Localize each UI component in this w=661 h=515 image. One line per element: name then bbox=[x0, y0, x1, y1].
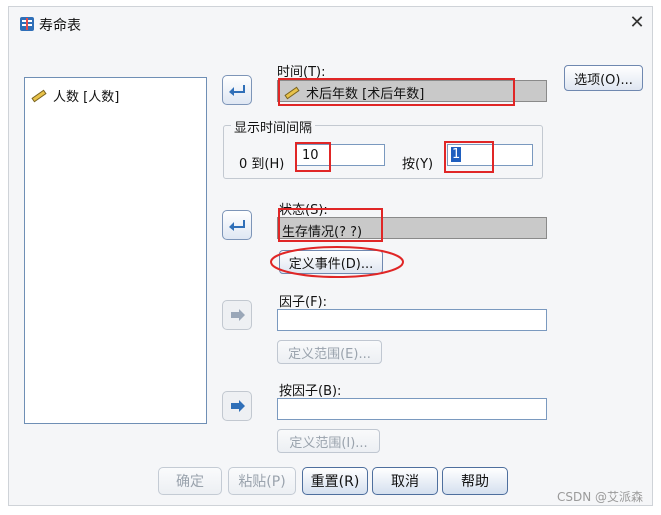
by-factor-field[interactable] bbox=[277, 398, 547, 420]
factor-field[interactable] bbox=[277, 309, 547, 331]
annotation-box-to bbox=[295, 142, 331, 172]
life-table-dialog: 寿命表 ✕ 人数 [人数] 时间(T): 术后年数 [术后年数] 选项(O)..… bbox=[8, 6, 653, 506]
title-bar: 寿命表 ✕ bbox=[9, 7, 652, 41]
annotation-ellipse bbox=[270, 246, 404, 278]
paste-button[interactable]: 粘贴(P) bbox=[228, 467, 296, 495]
define-range-factor-button[interactable]: 定义范围(E)... bbox=[277, 340, 382, 364]
annotation-box-status bbox=[278, 208, 383, 242]
move-to-time-button[interactable] bbox=[222, 75, 252, 105]
annotation-box-step bbox=[444, 141, 494, 173]
help-button[interactable]: 帮助 bbox=[442, 467, 508, 495]
options-button[interactable]: 选项(O)... bbox=[564, 65, 643, 91]
list-item-label: 人数 [人数] bbox=[53, 90, 120, 105]
window-title: 寿命表 bbox=[39, 18, 81, 34]
step-label: 按(Y) bbox=[402, 157, 434, 172]
from-label: 0 到(H) bbox=[239, 157, 285, 172]
cancel-button[interactable]: 取消 bbox=[372, 467, 438, 495]
arrow-left-icon bbox=[229, 85, 245, 96]
move-to-status-button[interactable] bbox=[222, 210, 252, 240]
ok-button[interactable]: 确定 bbox=[158, 467, 222, 495]
arrow-left-icon bbox=[229, 220, 245, 231]
by-factor-label: 按因子(B): bbox=[279, 384, 342, 399]
arrow-right-icon bbox=[231, 400, 245, 412]
list-item[interactable]: 人数 [人数] bbox=[31, 86, 119, 105]
move-to-factor-button[interactable] bbox=[222, 300, 252, 330]
source-variable-list[interactable]: 人数 [人数] bbox=[24, 77, 207, 424]
life-table-app-icon bbox=[20, 17, 34, 31]
move-to-by-factor-button[interactable] bbox=[222, 391, 252, 421]
annotation-box-time bbox=[278, 78, 515, 106]
ruler-icon bbox=[31, 89, 47, 102]
arrow-right-icon bbox=[231, 309, 245, 321]
interval-group-title: 显示时间间隔 bbox=[231, 117, 316, 136]
factor-label: 因子(F): bbox=[279, 295, 328, 310]
close-icon[interactable]: ✕ bbox=[627, 11, 647, 35]
define-range-by-factor-button[interactable]: 定义范围(I)... bbox=[277, 429, 380, 453]
watermark: CSDN @艾派森 bbox=[557, 490, 644, 504]
reset-button[interactable]: 重置(R) bbox=[302, 467, 368, 495]
